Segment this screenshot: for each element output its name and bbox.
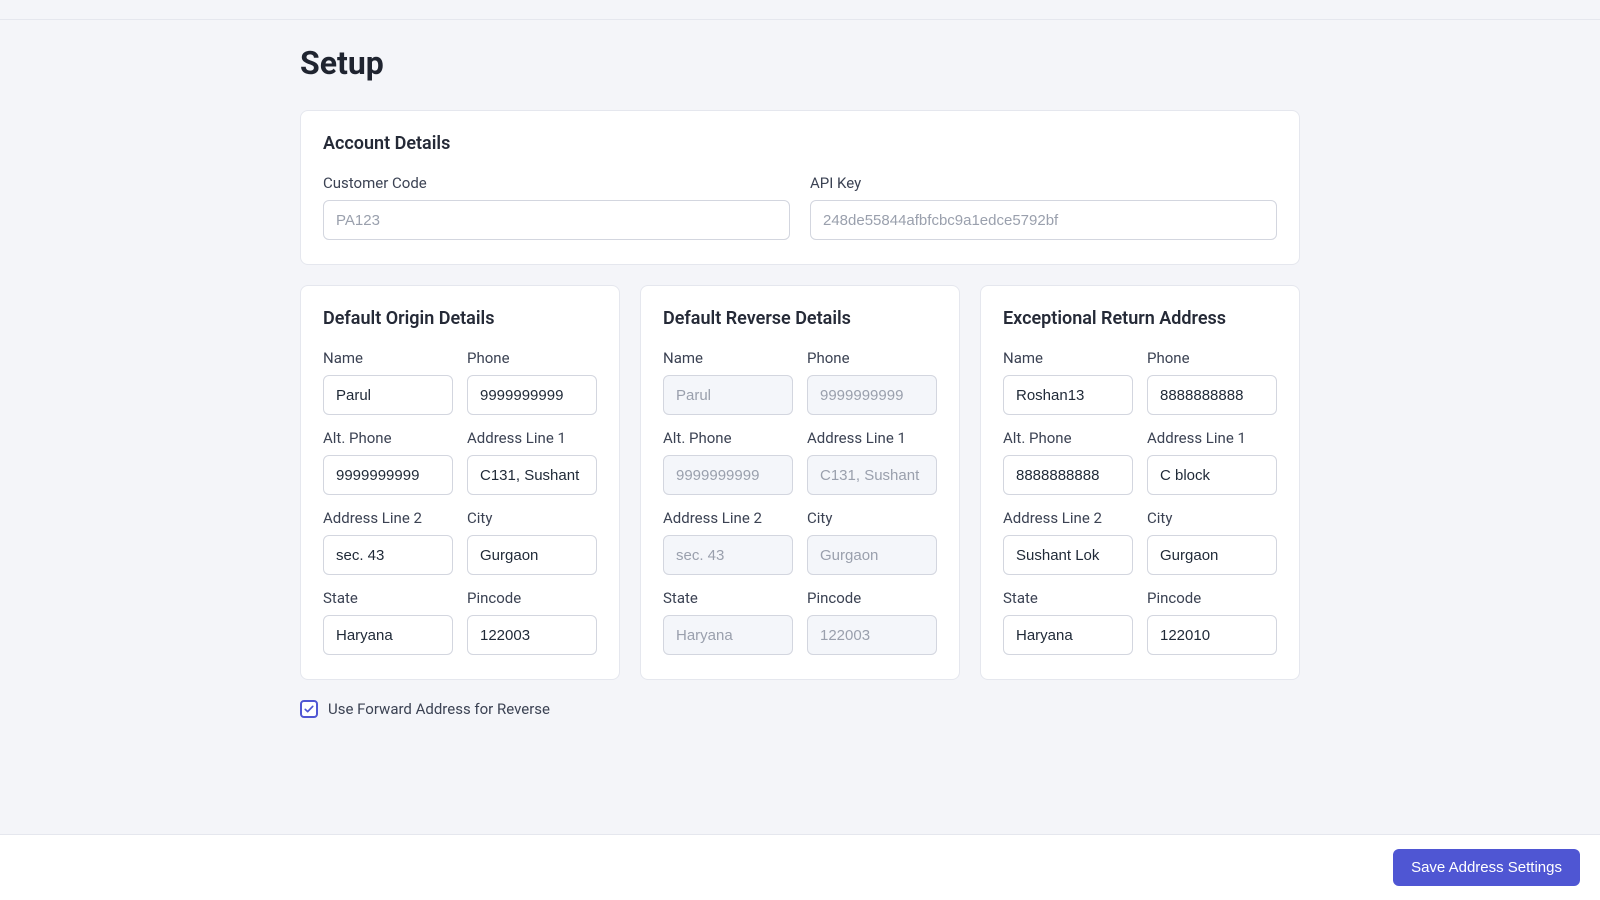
reverse-addr2-input bbox=[663, 535, 793, 575]
reverse-addr2-label: Address Line 2 bbox=[663, 509, 793, 527]
page-title: Setup bbox=[300, 44, 1300, 82]
exceptional-state-label: State bbox=[1003, 589, 1133, 607]
origin-altphone-label: Alt. Phone bbox=[323, 429, 453, 447]
exceptional-name-label: Name bbox=[1003, 349, 1133, 367]
origin-state-label: State bbox=[323, 589, 453, 607]
origin-pincode-input[interactable] bbox=[467, 615, 597, 655]
use-forward-checkbox-row: Use Forward Address for Reverse bbox=[300, 700, 1300, 718]
reverse-altphone-input bbox=[663, 455, 793, 495]
exceptional-addr1-input[interactable] bbox=[1147, 455, 1277, 495]
origin-title: Default Origin Details bbox=[323, 308, 597, 329]
reverse-title: Default Reverse Details bbox=[663, 308, 937, 329]
account-details-title: Account Details bbox=[323, 133, 1277, 154]
reverse-pincode-input bbox=[807, 615, 937, 655]
save-address-settings-button[interactable]: Save Address Settings bbox=[1393, 849, 1580, 886]
origin-altphone-input[interactable] bbox=[323, 455, 453, 495]
origin-city-label: City bbox=[467, 509, 597, 527]
check-icon bbox=[303, 703, 315, 715]
origin-name-label: Name bbox=[323, 349, 453, 367]
exceptional-altphone-input[interactable] bbox=[1003, 455, 1133, 495]
setup-page: Setup Account Details Customer Code API … bbox=[300, 0, 1300, 828]
exceptional-city-input[interactable] bbox=[1147, 535, 1277, 575]
exceptional-addr2-label: Address Line 2 bbox=[1003, 509, 1133, 527]
reverse-phone-label: Phone bbox=[807, 349, 937, 367]
origin-addr2-label: Address Line 2 bbox=[323, 509, 453, 527]
origin-addr1-input[interactable] bbox=[467, 455, 597, 495]
reverse-city-label: City bbox=[807, 509, 937, 527]
reverse-altphone-label: Alt. Phone bbox=[663, 429, 793, 447]
exceptional-addr2-input[interactable] bbox=[1003, 535, 1133, 575]
origin-card: Default Origin Details Name Phone Alt. P… bbox=[300, 285, 620, 680]
reverse-addr1-input bbox=[807, 455, 937, 495]
exceptional-state-input[interactable] bbox=[1003, 615, 1133, 655]
exceptional-phone-input[interactable] bbox=[1147, 375, 1277, 415]
reverse-state-label: State bbox=[663, 589, 793, 607]
origin-phone-input[interactable] bbox=[467, 375, 597, 415]
origin-addr2-input[interactable] bbox=[323, 535, 453, 575]
origin-addr1-label: Address Line 1 bbox=[467, 429, 597, 447]
reverse-pincode-label: Pincode bbox=[807, 589, 937, 607]
reverse-phone-input bbox=[807, 375, 937, 415]
reverse-city-input bbox=[807, 535, 937, 575]
origin-phone-label: Phone bbox=[467, 349, 597, 367]
top-divider bbox=[0, 19, 1600, 20]
exceptional-title: Exceptional Return Address bbox=[1003, 308, 1277, 329]
api-key-field: API Key bbox=[810, 174, 1277, 240]
exceptional-pincode-input[interactable] bbox=[1147, 615, 1277, 655]
origin-name-input[interactable] bbox=[323, 375, 453, 415]
origin-pincode-label: Pincode bbox=[467, 589, 597, 607]
reverse-state-input bbox=[663, 615, 793, 655]
origin-city-input[interactable] bbox=[467, 535, 597, 575]
exceptional-pincode-label: Pincode bbox=[1147, 589, 1277, 607]
exceptional-addr1-label: Address Line 1 bbox=[1147, 429, 1277, 447]
exceptional-altphone-label: Alt. Phone bbox=[1003, 429, 1133, 447]
exceptional-phone-label: Phone bbox=[1147, 349, 1277, 367]
reverse-name-label: Name bbox=[663, 349, 793, 367]
reverse-name-input bbox=[663, 375, 793, 415]
origin-state-input[interactable] bbox=[323, 615, 453, 655]
customer-code-field: Customer Code bbox=[323, 174, 790, 240]
footer-bar: Save Address Settings bbox=[0, 834, 1600, 900]
exceptional-city-label: City bbox=[1147, 509, 1277, 527]
customer-code-label: Customer Code bbox=[323, 174, 790, 192]
account-details-card: Account Details Customer Code API Key bbox=[300, 110, 1300, 265]
reverse-card: Default Reverse Details Name Phone Alt. … bbox=[640, 285, 960, 680]
customer-code-input[interactable] bbox=[323, 200, 790, 240]
api-key-label: API Key bbox=[810, 174, 1277, 192]
exceptional-name-input[interactable] bbox=[1003, 375, 1133, 415]
api-key-input[interactable] bbox=[810, 200, 1277, 240]
exceptional-card: Exceptional Return Address Name Phone Al… bbox=[980, 285, 1300, 680]
use-forward-checkbox[interactable] bbox=[300, 700, 318, 718]
use-forward-checkbox-label: Use Forward Address for Reverse bbox=[328, 700, 550, 718]
reverse-addr1-label: Address Line 1 bbox=[807, 429, 937, 447]
